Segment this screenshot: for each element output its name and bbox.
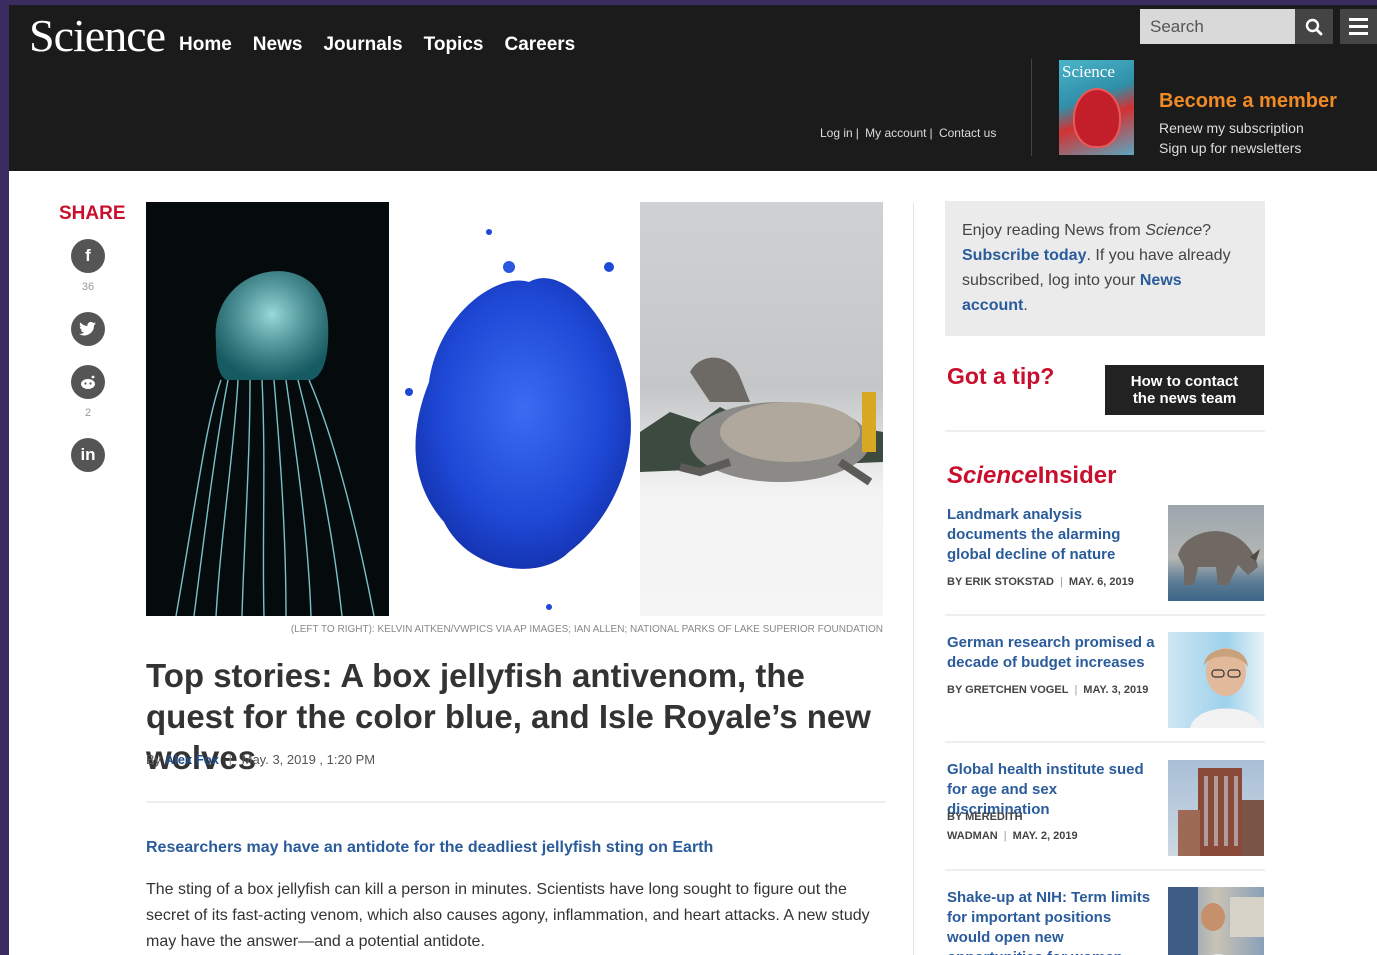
nav-journals[interactable]: Journals <box>323 34 402 56</box>
subscribe-promo: Enjoy reading News from Science? Subscri… <box>945 201 1265 336</box>
site-header: Science Home News Journals Topics Career… <box>9 5 1377 171</box>
hero-image-triptych <box>146 202 883 616</box>
menu-button[interactable] <box>1340 9 1377 44</box>
header-divider <box>1031 59 1032 156</box>
article-body: The sting of a box jellyfish can kill a … <box>146 881 870 950</box>
contact-news-team-button[interactable]: How to contact the news team <box>1105 365 1264 415</box>
article-divider <box>146 801 886 803</box>
blue-pigment-photo <box>389 202 640 616</box>
newsletter-signup-link[interactable]: Sign up for newsletters <box>1159 140 1301 156</box>
twitter-share-button[interactable] <box>71 312 105 346</box>
jellyfish-photo <box>146 202 389 616</box>
reddit-share-count: 2 <box>84 407 92 419</box>
researcher-portrait-thumbnail[interactable] <box>1168 632 1264 728</box>
sidebar-divider <box>945 741 1265 743</box>
reddit-share-button[interactable] <box>71 365 105 399</box>
linkedin-icon: in <box>80 445 96 464</box>
insider-story-meta: BY MEREDITH <box>947 811 1023 823</box>
reddit-icon <box>81 375 95 389</box>
building-thumbnail[interactable] <box>1168 760 1264 856</box>
facebook-share-count: 36 <box>81 281 95 293</box>
nav-news[interactable]: News <box>253 34 303 56</box>
column-divider <box>913 203 914 955</box>
insider-story-meta: BY GRETCHEN VOGEL | MAY. 3, 2019 <box>947 684 1149 696</box>
insider-story-title[interactable]: German research promised a decade of bud… <box>947 633 1157 673</box>
linkedin-share-button[interactable]: in <box>71 438 105 472</box>
cover-title: Science <box>1062 62 1115 81</box>
browser-page: Science Home News Journals Topics Career… <box>9 5 1377 955</box>
main-nav: Home News Journals Topics Careers <box>179 34 575 56</box>
facebook-icon: f <box>85 246 91 265</box>
search-icon <box>1305 18 1323 35</box>
sidebar-divider <box>945 614 1265 616</box>
insider-story-meta: WADMAN | MAY. 2, 2019 <box>947 830 1078 842</box>
subscribe-link[interactable]: Subscribe today <box>962 247 1086 264</box>
search-input[interactable]: Search <box>1140 9 1295 44</box>
twitter-icon <box>79 321 96 336</box>
renew-subscription-link[interactable]: Renew my subscription <box>1159 120 1304 136</box>
contact-us-link[interactable]: Contact us <box>939 126 996 140</box>
science-logo[interactable]: Science <box>29 9 166 62</box>
article-byline: By Alex Fox | May. 3, 2019 , 1:20 PM <box>146 752 376 767</box>
insider-story-title[interactable]: Landmark analysis documents the alarming… <box>947 505 1157 565</box>
lab-thumbnail[interactable] <box>1168 887 1264 955</box>
nav-topics[interactable]: Topics <box>424 34 484 56</box>
sidebar-divider <box>945 869 1265 871</box>
got-a-tip-title: Got a tip? <box>947 363 1055 389</box>
become-member-link[interactable]: Become a member <box>1159 90 1337 113</box>
author-link[interactable]: Alex Fox <box>165 752 219 767</box>
wolf-photo <box>640 202 883 616</box>
search-button[interactable] <box>1295 9 1333 44</box>
image-caption: (LEFT TO RIGHT): KELVIN AITKEN/VWPICS VI… <box>290 624 883 635</box>
rhino-thumbnail[interactable] <box>1168 505 1264 601</box>
my-account-link[interactable]: My account <box>865 126 926 140</box>
nav-careers[interactable]: Careers <box>504 34 575 56</box>
insider-story-meta: BY ERIK STOKSTAD | MAY. 6, 2019 <box>947 576 1134 588</box>
login-link[interactable]: Log in <box>820 126 853 140</box>
nav-home[interactable]: Home <box>179 34 232 56</box>
science-insider-title[interactable]: ScienceInsider <box>947 462 1116 490</box>
hamburger-icon <box>1349 18 1368 21</box>
insider-story-title[interactable]: Shake-up at NIH: Term limits for importa… <box>947 888 1157 955</box>
article-date: May. 3, 2019 , 1:20 PM <box>241 752 376 767</box>
facebook-share-button[interactable]: f <box>71 239 105 273</box>
share-title: SHARE <box>59 203 126 224</box>
story-subheading[interactable]: Researchers may have an antidote for the… <box>146 839 713 857</box>
journal-cover-image[interactable]: Science <box>1059 60 1134 155</box>
sidebar-divider <box>945 430 1265 432</box>
account-links: Log in | My account | Contact us <box>820 126 997 140</box>
